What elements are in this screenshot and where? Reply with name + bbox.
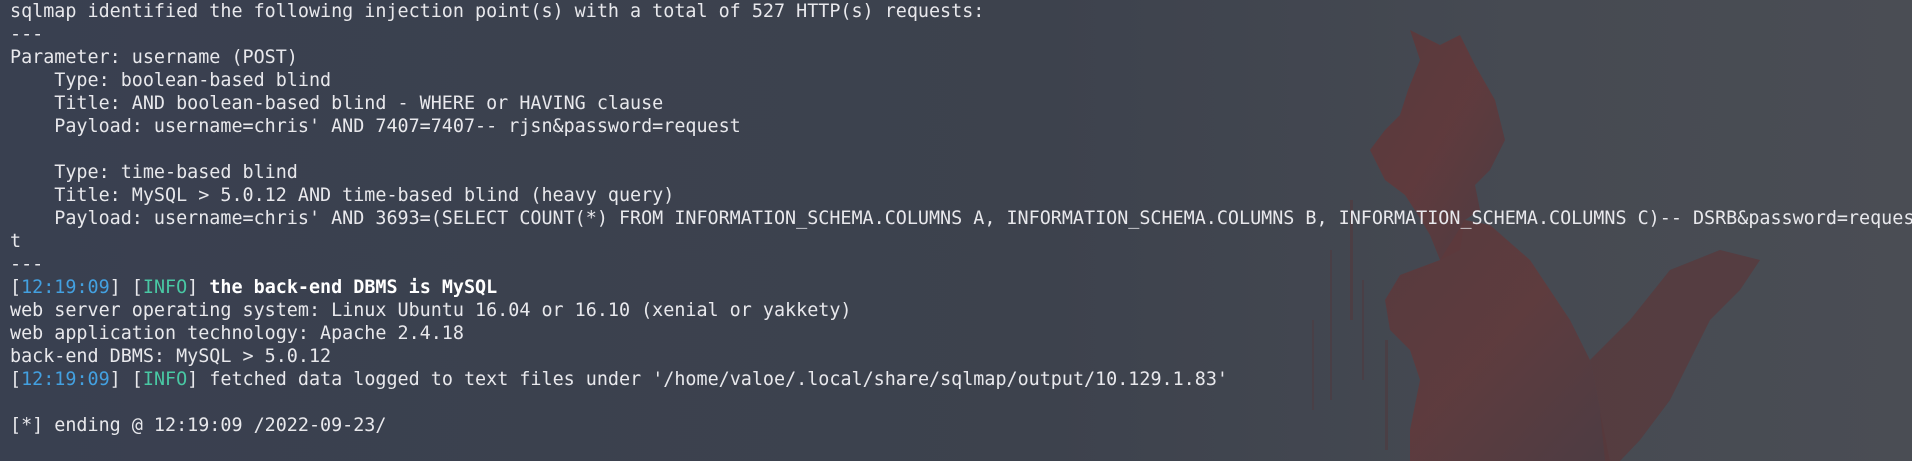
terminal-line: Type: boolean-based blind [10,70,332,91]
terminal-line: Title: AND boolean-based blind - WHERE o… [10,93,664,114]
terminal-line: Type: time-based blind [10,162,298,183]
bracket: ] [ [109,369,143,390]
log-message: the back-end DBMS is MySQL [209,277,498,298]
bracket: [ [10,369,22,390]
timestamp: 12:19:09 [21,277,110,298]
log-line: [12:19:09] [INFO] the back-end DBMS is M… [10,276,1912,299]
log-message: fetched data logged to text files under … [209,369,1228,390]
bracket: ] [187,277,210,298]
terminal-output: sqlmap identified the following injectio… [0,0,1912,437]
timestamp: 12:19:09 [21,369,110,390]
terminal-line: Payload: username=chris' AND 7407=7407--… [10,116,741,137]
terminal-line: Parameter: username (POST) [10,47,298,68]
terminal-line: back-end DBMS: MySQL > 5.0.12 [10,346,332,367]
bracket: ] [ [109,277,143,298]
terminal-line: web application technology: Apache 2.4.1… [10,323,464,344]
terminal-line: --- [10,24,44,45]
ending-line: [*] ending @ 12:19:09 /2022-09-23/ [10,415,387,436]
log-line: [12:19:09] [INFO] fetched data logged to… [10,368,1912,391]
terminal-line: t [10,231,22,252]
terminal-line: Payload: username=chris' AND 3693=(SELEC… [10,208,1912,229]
log-level: INFO [142,277,188,298]
terminal-line: web server operating system: Linux Ubunt… [10,300,852,321]
terminal-line: sqlmap identified the following injectio… [10,1,985,22]
terminal-line: Title: MySQL > 5.0.12 AND time-based bli… [10,185,675,206]
log-level: INFO [142,369,188,390]
terminal-line: --- [10,254,44,275]
bracket: ] [187,369,210,390]
bracket: [ [10,277,22,298]
terminal-window[interactable]: sqlmap identified the following injectio… [0,0,1912,461]
